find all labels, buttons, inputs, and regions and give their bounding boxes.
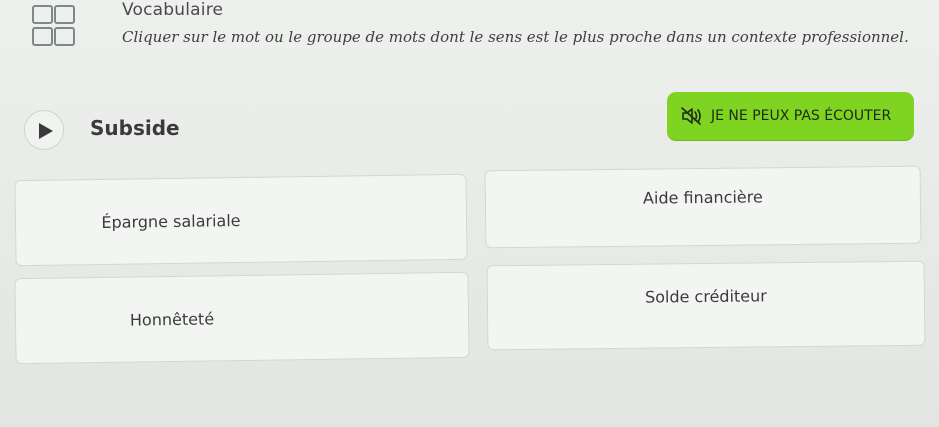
option-honnetete[interactable]: Honnêteté: [14, 271, 470, 365]
cant-listen-button[interactable]: JE NE PEUX PAS ÉCOUTER: [667, 92, 914, 140]
option-label: Épargne salariale: [101, 210, 241, 232]
instruction-text: Cliquer sur le mot ou le groupe de mots …: [122, 28, 909, 46]
option-label: Aide financière: [642, 186, 763, 208]
option-label: Solde créditeur: [644, 286, 767, 307]
option-solde-crediteur[interactable]: Solde créditeur: [486, 260, 926, 351]
option-label: Honnêteté: [129, 308, 215, 330]
play-icon: [39, 123, 53, 139]
cant-listen-label: JE NE PEUX PAS ÉCOUTER: [711, 108, 892, 124]
speaker-muted-icon: [681, 107, 703, 125]
header: Vocabulaire Cliquer sur le mot ou le gro…: [0, 0, 939, 70]
grid-icon: [30, 3, 78, 47]
option-aide-financiere[interactable]: Aide financière: [484, 165, 922, 249]
page-title: Vocabulaire: [122, 0, 224, 20]
vocabulary-word: Subside: [90, 116, 180, 140]
play-audio-button[interactable]: [24, 110, 64, 150]
option-epargne-salariale[interactable]: Épargne salariale: [14, 173, 468, 267]
